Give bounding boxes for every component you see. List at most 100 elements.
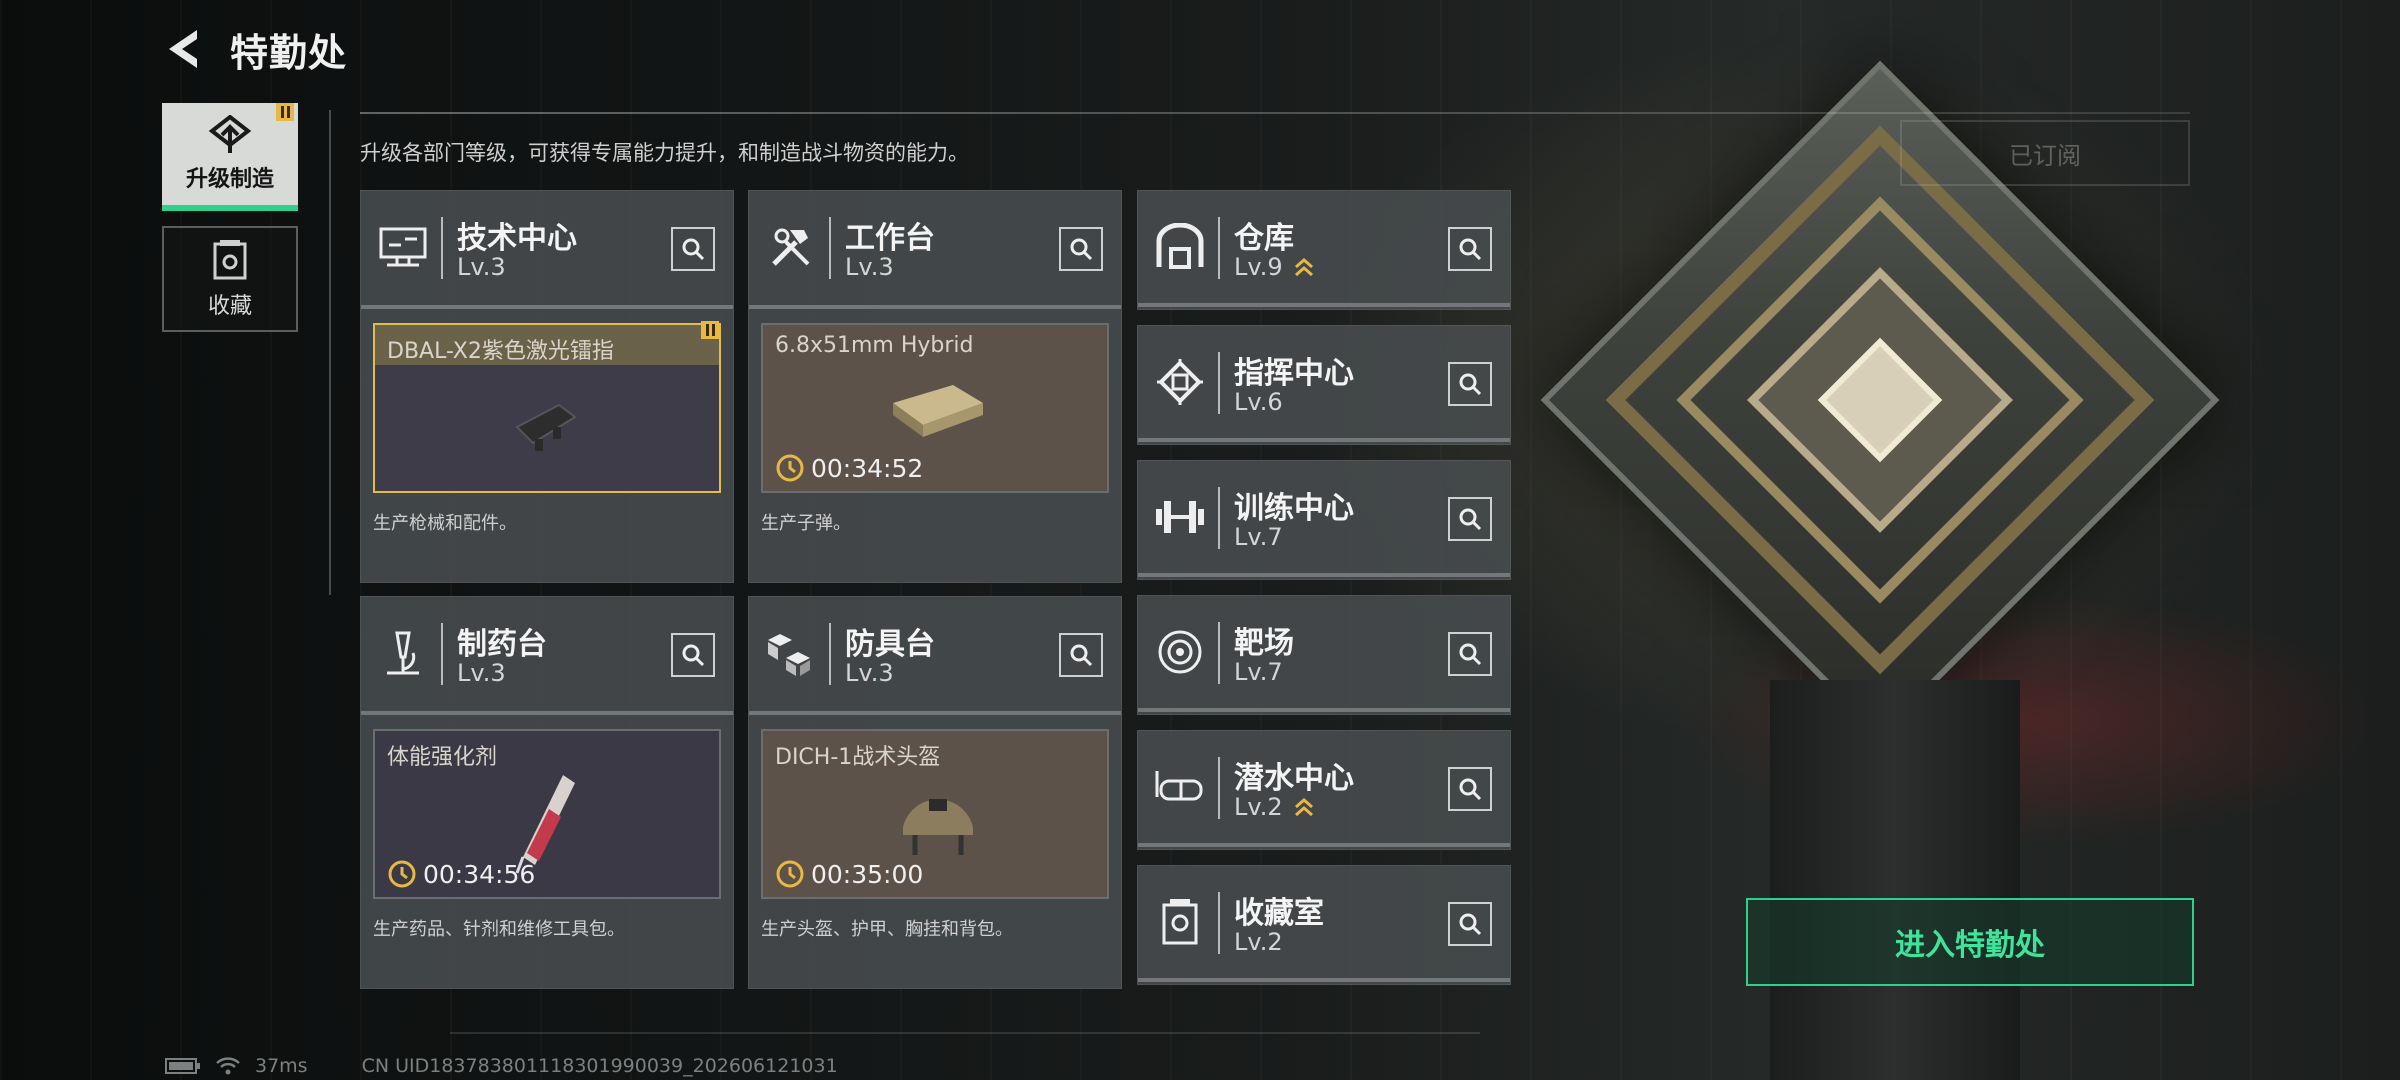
dept-card-collection-room[interactable]: 收藏室 Lv.2	[1137, 865, 1511, 985]
separator	[1218, 757, 1220, 819]
dept-card-training-center[interactable]: 训练中心 Lv.7	[1137, 460, 1511, 580]
dept-description: 生产子弹。	[761, 513, 851, 534]
trophy-case-icon	[1150, 892, 1210, 952]
separator	[1218, 487, 1220, 549]
search-icon	[1459, 913, 1482, 936]
inspect-button[interactable]	[1448, 632, 1492, 676]
collection-icon	[213, 240, 247, 280]
inspect-button[interactable]	[1448, 362, 1492, 406]
timer-text: 00:34:52	[811, 453, 924, 483]
inspect-button[interactable]	[1448, 767, 1492, 811]
production-timer: 00:34:52	[775, 453, 923, 483]
inspect-button[interactable]	[1059, 227, 1103, 271]
divider	[360, 112, 2190, 114]
separator	[1218, 217, 1220, 279]
dept-level: Lv.2	[1234, 928, 1283, 956]
dept-description: 生产药品、针剂和维修工具包。	[373, 919, 625, 940]
dept-card-workbench[interactable]: 工作台 Lv.3 6.8x51mm Hybrid 00:34:52 生产子弹。	[748, 190, 1122, 583]
separator	[1218, 622, 1220, 684]
upgrade-arrows-icon	[1295, 258, 1314, 277]
microscope-icon	[373, 623, 433, 683]
tab-label: 升级制造	[185, 167, 274, 192]
dept-name: 技术中心	[457, 221, 577, 256]
card-header: 潜水中心 Lv.2	[1138, 731, 1510, 847]
dept-level: Lv.7	[1234, 658, 1283, 686]
inspect-button[interactable]	[1448, 902, 1492, 946]
back-button[interactable]	[160, 24, 210, 74]
divider	[450, 1032, 1480, 1034]
dept-name: 工作台	[845, 221, 935, 256]
dept-card-tech-center[interactable]: 技术中心 Lv.3 DBAL-X2紫色激光镭指 生产枪械和配件。	[360, 190, 734, 583]
dept-card-pharmacy[interactable]: 制药台 Lv.3 体能强化剂 00:34:56 生产药品、针剂和维修工具包。	[360, 596, 734, 989]
inspect-button[interactable]	[1448, 497, 1492, 541]
search-icon	[1459, 238, 1482, 261]
dept-card-armor[interactable]: 防具台 Lv.3 DICH-1战术头盔 00:35:00 生产头盔、护甲、胸挂和…	[748, 596, 1122, 989]
dept-level: Lv.7	[1234, 523, 1283, 551]
clock-icon	[776, 454, 804, 482]
dept-name: 仓库	[1234, 221, 1294, 256]
production-timer: 00:35:00	[775, 859, 923, 889]
inspect-button[interactable]	[671, 633, 715, 677]
search-icon	[1070, 644, 1093, 667]
dumbbell-icon	[1150, 487, 1210, 547]
card-header: 防具台 Lv.3	[749, 597, 1121, 715]
product-slot[interactable]: DICH-1战术头盔 00:35:00	[761, 729, 1109, 899]
page-title: 特勤处	[230, 31, 348, 75]
search-icon	[1459, 643, 1482, 666]
dept-name: 训练中心	[1234, 491, 1354, 526]
dept-level: Lv.3	[457, 253, 506, 281]
dept-level-row: Lv.9	[1234, 253, 1314, 281]
dept-level-row: Lv.2	[1234, 793, 1314, 821]
inspect-button[interactable]	[671, 227, 715, 271]
cubes-icon	[761, 623, 821, 683]
separator	[441, 623, 443, 685]
product-name: DBAL-X2紫色激光镭指	[387, 339, 614, 364]
monitor-icon	[373, 217, 433, 277]
product-slot[interactable]: DBAL-X2紫色激光镭指	[373, 323, 721, 493]
timer-text: 00:35:00	[811, 859, 924, 889]
dept-card-command-center[interactable]: 指挥中心 Lv.6	[1137, 325, 1511, 445]
timer-text: 00:34:56	[423, 859, 536, 889]
ping-value: 37ms	[255, 1055, 308, 1077]
tab-collection[interactable]: 收藏	[162, 226, 298, 332]
clock-icon	[388, 860, 416, 888]
target-icon	[1150, 622, 1210, 682]
dept-name: 靶场	[1234, 626, 1294, 661]
chip-icon	[1150, 352, 1210, 412]
tab-label: 收藏	[207, 294, 252, 319]
upgrade-arrows-icon	[1295, 798, 1314, 817]
enter-special-ops-button[interactable]: 进入特勤处	[1746, 898, 2194, 986]
page-description: 升级各部门等级，可获得专属能力提升，和制造战斗物资的能力。	[360, 141, 969, 165]
product-slot[interactable]: 体能强化剂 00:34:56	[373, 729, 721, 899]
dept-card-diving-center[interactable]: 潜水中心 Lv.2	[1137, 730, 1511, 850]
search-icon	[1459, 373, 1482, 396]
card-header: 靶场 Lv.7	[1138, 596, 1510, 712]
warning-badge-icon	[701, 321, 719, 339]
dept-name: 潜水中心	[1234, 761, 1354, 796]
product-name: 6.8x51mm Hybrid	[775, 333, 974, 358]
subscribed-button[interactable]: 已订阅	[1900, 120, 2190, 186]
dept-description: 生产头盔、护甲、胸挂和背包。	[761, 919, 1013, 940]
separator	[441, 217, 443, 279]
helmet-item-icon	[903, 799, 973, 855]
inspect-button[interactable]	[1448, 227, 1492, 271]
dept-card-warehouse[interactable]: 仓库 Lv.9	[1137, 190, 1511, 310]
search-icon	[1459, 508, 1482, 531]
separator	[1218, 352, 1220, 414]
product-slot[interactable]: 6.8x51mm Hybrid 00:34:52	[761, 323, 1109, 493]
card-header: 技术中心 Lv.3	[361, 191, 733, 309]
search-icon	[1459, 778, 1482, 801]
card-header: 制药台 Lv.3	[361, 597, 733, 715]
card-header: 指挥中心 Lv.6	[1138, 326, 1510, 442]
search-icon	[682, 644, 705, 667]
dept-card-shooting-range[interactable]: 靶场 Lv.7	[1137, 595, 1511, 715]
laser-sight-item-icon	[515, 403, 577, 451]
dept-name: 收藏室	[1234, 896, 1324, 931]
tab-upgrade-manufacture[interactable]: 升级制造	[162, 103, 298, 211]
wifi-icon	[216, 1057, 240, 1075]
search-icon	[1070, 238, 1093, 261]
status-bar: 37ms CN UID18378380111830199003​9_202606…	[165, 1055, 838, 1077]
dept-level: Lv.3	[845, 659, 894, 687]
inspect-button[interactable]	[1059, 633, 1103, 677]
divider	[329, 110, 331, 595]
